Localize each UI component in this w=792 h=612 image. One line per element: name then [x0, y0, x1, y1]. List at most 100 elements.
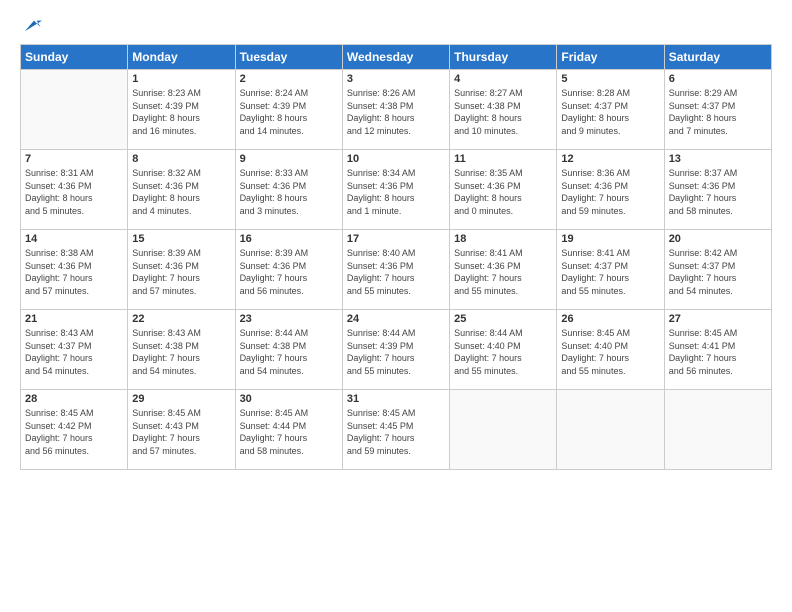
day-number: 30	[240, 393, 338, 405]
day-cell: 12Sunrise: 8:36 AMSunset: 4:36 PMDayligh…	[557, 150, 664, 230]
logo	[20, 16, 42, 36]
day-number: 21	[25, 313, 123, 325]
day-cell: 24 Sunrise: 8:44 AMSunset: 4:39 PMDayligh…	[342, 310, 449, 390]
week-row-4: 21 Sunrise: 8:43 AMSunset: 4:37 PMDayligh…	[21, 310, 772, 390]
day-info: Sunrise: 8:44 AMSunset: 4:38 PMDaylight:…	[240, 327, 338, 377]
day-cell: 8Sunrise: 8:32 AMSunset: 4:36 PMDaylight…	[128, 150, 235, 230]
day-cell: 21 Sunrise: 8:43 AMSunset: 4:37 PMDayligh…	[21, 310, 128, 390]
day-info: Sunrise: 8:28 AMSunset: 4:37 PMDaylight:…	[561, 87, 659, 137]
day-info: Sunrise: 8:31 AMSunset: 4:36 PMDaylight:…	[25, 167, 123, 217]
day-number: 12	[561, 153, 659, 165]
day-number: 7	[25, 153, 123, 165]
day-cell: 17 Sunrise: 8:40 AMSunset: 4:36 PMDayligh…	[342, 230, 449, 310]
day-cell: 19 Sunrise: 8:41 AMSunset: 4:37 PMDayligh…	[557, 230, 664, 310]
day-number: 28	[25, 393, 123, 405]
day-number: 6	[669, 73, 767, 85]
col-header-monday: Monday	[128, 45, 235, 70]
day-number: 13	[669, 153, 767, 165]
day-info: Sunrise: 8:45 AMSunset: 4:44 PMDaylight:…	[240, 407, 338, 457]
day-number: 23	[240, 313, 338, 325]
day-number: 5	[561, 73, 659, 85]
day-info: Sunrise: 8:23 AMSunset: 4:39 PMDaylight:…	[132, 87, 230, 137]
day-cell: 3 Sunrise: 8:26 AMSunset: 4:38 PMDaylight…	[342, 70, 449, 150]
day-info: Sunrise: 8:41 AMSunset: 4:36 PMDaylight:…	[454, 247, 552, 297]
day-number: 9	[240, 153, 338, 165]
day-info: Sunrise: 8:45 AMSunset: 4:45 PMDaylight:…	[347, 407, 445, 457]
day-cell: 13 Sunrise: 8:37 AMSunset: 4:36 PMDayligh…	[664, 150, 771, 230]
day-number: 31	[347, 393, 445, 405]
day-number: 27	[669, 313, 767, 325]
day-info: Sunrise: 8:39 AMSunset: 4:36 PMDaylight:…	[240, 247, 338, 297]
day-number: 10	[347, 153, 445, 165]
day-info: Sunrise: 8:37 AMSunset: 4:36 PMDaylight:…	[669, 167, 767, 217]
day-cell: 16 Sunrise: 8:39 AMSunset: 4:36 PMDayligh…	[235, 230, 342, 310]
day-cell: 2 Sunrise: 8:24 AMSunset: 4:39 PMDaylight…	[235, 70, 342, 150]
day-cell: 28 Sunrise: 8:45 AMSunset: 4:42 PMDayligh…	[21, 390, 128, 470]
day-cell: 5 Sunrise: 8:28 AMSunset: 4:37 PMDaylight…	[557, 70, 664, 150]
day-info: Sunrise: 8:39 AMSunset: 4:36 PMDaylight:…	[132, 247, 230, 297]
day-number: 16	[240, 233, 338, 245]
day-info: Sunrise: 8:45 AMSunset: 4:40 PMDaylight:…	[561, 327, 659, 377]
day-cell: 14Sunrise: 8:38 AMSunset: 4:36 PMDayligh…	[21, 230, 128, 310]
day-number: 11	[454, 153, 552, 165]
day-cell: 23 Sunrise: 8:44 AMSunset: 4:38 PMDayligh…	[235, 310, 342, 390]
day-info: Sunrise: 8:41 AMSunset: 4:37 PMDaylight:…	[561, 247, 659, 297]
col-header-tuesday: Tuesday	[235, 45, 342, 70]
day-info: Sunrise: 8:26 AMSunset: 4:38 PMDaylight:…	[347, 87, 445, 137]
week-row-5: 28 Sunrise: 8:45 AMSunset: 4:42 PMDayligh…	[21, 390, 772, 470]
day-info: Sunrise: 8:34 AMSunset: 4:36 PMDaylight:…	[347, 167, 445, 217]
col-header-wednesday: Wednesday	[342, 45, 449, 70]
day-number: 24	[347, 313, 445, 325]
day-info: Sunrise: 8:44 AMSunset: 4:39 PMDaylight:…	[347, 327, 445, 377]
day-cell: 18Sunrise: 8:41 AMSunset: 4:36 PMDayligh…	[450, 230, 557, 310]
col-header-friday: Friday	[557, 45, 664, 70]
day-cell: 20 Sunrise: 8:42 AMSunset: 4:37 PMDayligh…	[664, 230, 771, 310]
day-number: 19	[561, 233, 659, 245]
week-row-3: 14Sunrise: 8:38 AMSunset: 4:36 PMDayligh…	[21, 230, 772, 310]
week-row-2: 7 Sunrise: 8:31 AMSunset: 4:36 PMDaylight…	[21, 150, 772, 230]
day-info: Sunrise: 8:45 AMSunset: 4:42 PMDaylight:…	[25, 407, 123, 457]
day-number: 8	[132, 153, 230, 165]
day-cell: 30 Sunrise: 8:45 AMSunset: 4:44 PMDayligh…	[235, 390, 342, 470]
day-cell: 1 Sunrise: 8:23 AMSunset: 4:39 PMDaylight…	[128, 70, 235, 150]
day-info: Sunrise: 8:43 AMSunset: 4:37 PMDaylight:…	[25, 327, 123, 377]
day-cell: 4 Sunrise: 8:27 AMSunset: 4:38 PMDaylight…	[450, 70, 557, 150]
day-cell: 9 Sunrise: 8:33 AMSunset: 4:36 PMDaylight…	[235, 150, 342, 230]
day-cell	[450, 390, 557, 470]
day-info: Sunrise: 8:33 AMSunset: 4:36 PMDaylight:…	[240, 167, 338, 217]
day-cell: 6 Sunrise: 8:29 AMSunset: 4:37 PMDaylight…	[664, 70, 771, 150]
day-info: Sunrise: 8:43 AMSunset: 4:38 PMDaylight:…	[132, 327, 230, 377]
day-number: 4	[454, 73, 552, 85]
header	[20, 16, 772, 36]
day-cell: 7 Sunrise: 8:31 AMSunset: 4:36 PMDaylight…	[21, 150, 128, 230]
day-info: Sunrise: 8:45 AMSunset: 4:41 PMDaylight:…	[669, 327, 767, 377]
day-cell: 26Sunrise: 8:45 AMSunset: 4:40 PMDayligh…	[557, 310, 664, 390]
day-header-row: SundayMondayTuesdayWednesdayThursdayFrid…	[21, 45, 772, 70]
day-info: Sunrise: 8:42 AMSunset: 4:37 PMDaylight:…	[669, 247, 767, 297]
calendar-table: SundayMondayTuesdayWednesdayThursdayFrid…	[20, 44, 772, 470]
logo-icon	[22, 16, 42, 36]
day-number: 3	[347, 73, 445, 85]
day-cell: 22 Sunrise: 8:43 AMSunset: 4:38 PMDayligh…	[128, 310, 235, 390]
day-number: 17	[347, 233, 445, 245]
day-info: Sunrise: 8:44 AMSunset: 4:40 PMDaylight:…	[454, 327, 552, 377]
day-info: Sunrise: 8:27 AMSunset: 4:38 PMDaylight:…	[454, 87, 552, 137]
day-cell: 27 Sunrise: 8:45 AMSunset: 4:41 PMDayligh…	[664, 310, 771, 390]
day-info: Sunrise: 8:29 AMSunset: 4:37 PMDaylight:…	[669, 87, 767, 137]
day-cell: 25Sunrise: 8:44 AMSunset: 4:40 PMDayligh…	[450, 310, 557, 390]
day-cell: 10 Sunrise: 8:34 AMSunset: 4:36 PMDayligh…	[342, 150, 449, 230]
day-number: 22	[132, 313, 230, 325]
day-number: 14	[25, 233, 123, 245]
col-header-thursday: Thursday	[450, 45, 557, 70]
day-info: Sunrise: 8:35 AMSunset: 4:36 PMDaylight:…	[454, 167, 552, 217]
week-row-1: 1 Sunrise: 8:23 AMSunset: 4:39 PMDaylight…	[21, 70, 772, 150]
col-header-saturday: Saturday	[664, 45, 771, 70]
day-info: Sunrise: 8:45 AMSunset: 4:43 PMDaylight:…	[132, 407, 230, 457]
day-number: 2	[240, 73, 338, 85]
day-cell: 11 Sunrise: 8:35 AMSunset: 4:36 PMDayligh…	[450, 150, 557, 230]
day-number: 1	[132, 73, 230, 85]
day-number: 29	[132, 393, 230, 405]
day-info: Sunrise: 8:24 AMSunset: 4:39 PMDaylight:…	[240, 87, 338, 137]
day-number: 20	[669, 233, 767, 245]
day-info: Sunrise: 8:40 AMSunset: 4:36 PMDaylight:…	[347, 247, 445, 297]
